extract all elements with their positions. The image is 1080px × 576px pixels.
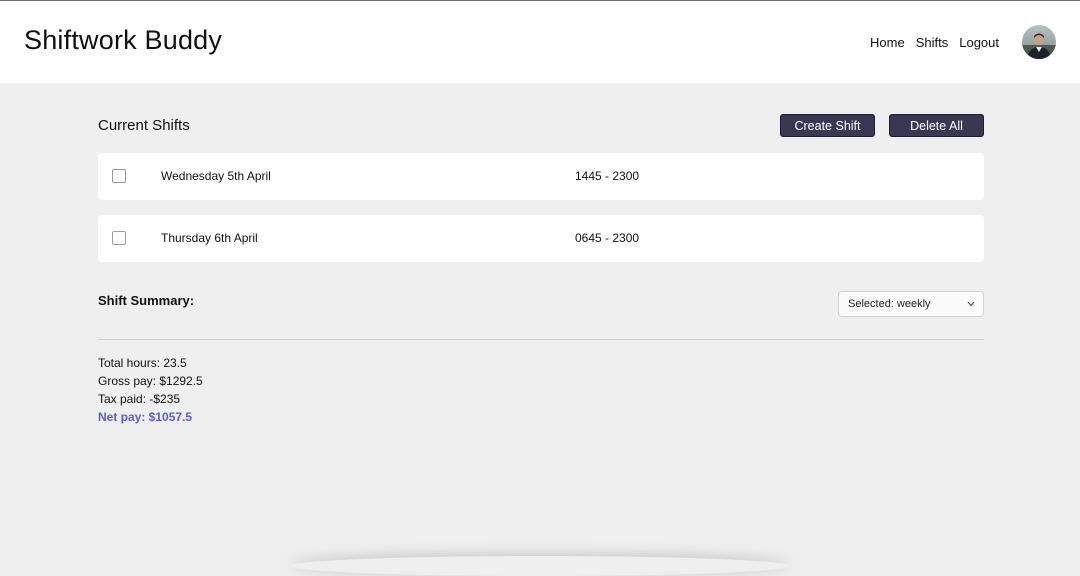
gross-pay: Gross pay: $1292.5: [98, 374, 203, 388]
shift-time: 1445 - 2300: [575, 169, 640, 183]
create-shift-button[interactable]: Create Shift: [780, 114, 875, 137]
total-hours: Total hours: 23.5: [98, 356, 187, 370]
avatar-photo-icon: [1022, 25, 1056, 59]
period-select[interactable]: Selected: weekly: [838, 291, 984, 317]
nav-logout-link[interactable]: Logout: [959, 35, 999, 50]
nav-home-link[interactable]: Home: [870, 35, 905, 50]
shift-row: Thursday 6th April 0645 - 2300: [98, 215, 984, 262]
app-header: Shiftwork Buddy Home Shifts Logout: [0, 1, 1080, 83]
current-shifts-title: Current Shifts: [98, 117, 190, 134]
shift-summary-title: Shift Summary:: [98, 293, 195, 308]
main-nav: Home Shifts Logout: [870, 25, 1056, 59]
shift-time: 0645 - 2300: [575, 231, 640, 245]
shift-checkbox[interactable]: [112, 169, 126, 183]
brand-title: Shiftwork Buddy: [24, 25, 223, 55]
chevron-down-icon: [967, 301, 975, 307]
shift-date: Wednesday 5th April: [161, 169, 271, 183]
nav-shifts-link[interactable]: Shifts: [916, 35, 949, 50]
avatar[interactable]: [1022, 25, 1056, 59]
main-content: Current Shifts Create Shift Delete All W…: [98, 83, 984, 426]
shift-date: Thursday 6th April: [161, 231, 258, 245]
net-pay: Net pay: $1057.5: [98, 410, 193, 424]
summary-details: Total hours: 23.5 Gross pay: $1292.5 Tax…: [98, 340, 984, 426]
shifts-header: Current Shifts Create Shift Delete All: [98, 83, 984, 153]
bottom-shadow: [290, 556, 790, 576]
delete-all-button[interactable]: Delete All: [889, 114, 984, 137]
period-select-value: Selected: weekly: [848, 298, 931, 310]
summary-header: Shift Summary: Selected: weekly: [98, 277, 984, 340]
shift-row: Wednesday 5th April 1445 - 2300: [98, 153, 984, 200]
shift-checkbox[interactable]: [112, 231, 126, 245]
tax-paid: Tax paid: -$235: [98, 392, 181, 406]
